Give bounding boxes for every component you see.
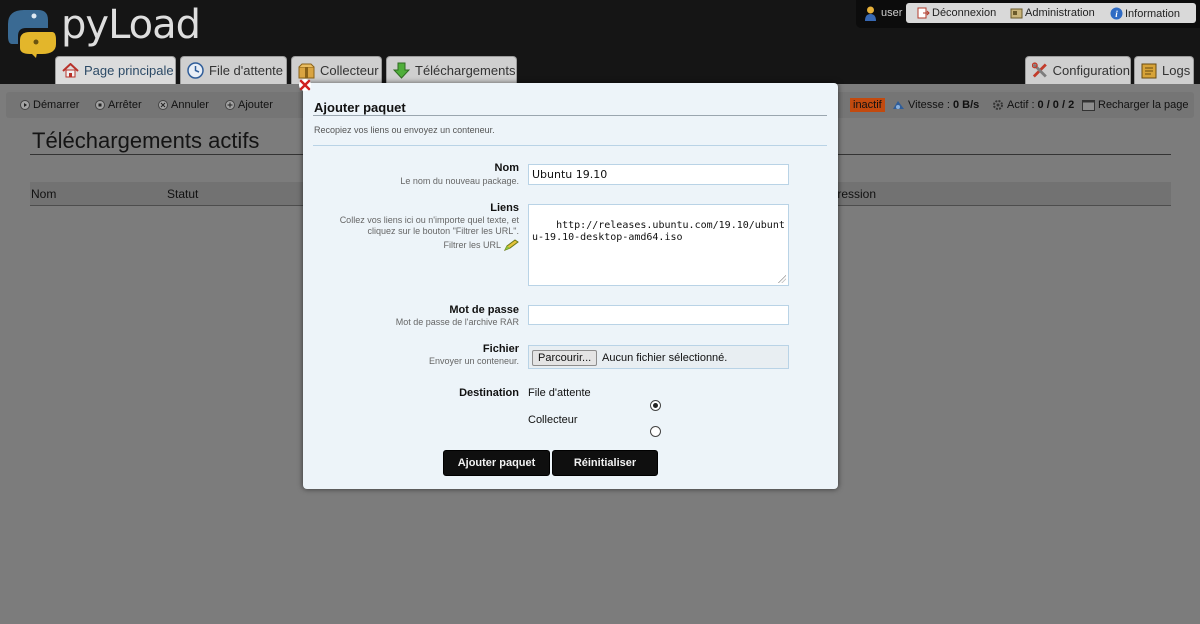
file-description: Envoyer un conteneur. (428, 356, 519, 366)
logout-link[interactable]: Déconnexion (917, 7, 996, 19)
cancel-button[interactable]: Annuler (158, 99, 209, 111)
add-package-dialog: Ajouter paquet Recopiez vos liens ou env… (299, 79, 838, 489)
package-icon (298, 63, 315, 78)
home-icon (62, 63, 79, 78)
information-label: Information (1125, 7, 1181, 20)
user-icon (865, 6, 876, 21)
column-name: Nom (31, 187, 57, 201)
admin-icon (1010, 8, 1023, 19)
column-status: Statut (167, 187, 199, 201)
username-label: user (881, 7, 903, 19)
password-description: Mot de passe de l'archive RAR (395, 317, 519, 327)
dialog-title: Ajouter paquet (314, 100, 406, 115)
links-label: Liens (490, 202, 519, 214)
cancel-label: Annuler (171, 99, 209, 111)
browse-button[interactable]: Parcourir... (532, 350, 598, 366)
stop-button[interactable]: Arrêter (95, 99, 142, 111)
package-name-input[interactable]: Ubuntu 19.10 (528, 164, 789, 185)
tab-collector-label: Collecteur (320, 63, 379, 78)
dialog-title-divider (313, 115, 827, 116)
window-icon (1082, 99, 1095, 111)
name-label: Nom (494, 162, 519, 174)
active-indicator: Actif : 0 / 0 / 2 (992, 99, 1074, 111)
active-label: Actif : (1007, 99, 1035, 111)
logo-text: pyLoad (61, 2, 201, 48)
close-icon[interactable] (298, 78, 312, 92)
links-text: http://releases.ubuntu.com/19.10/ubuntu-… (532, 220, 785, 243)
speed-icon (893, 101, 904, 109)
speed-label: Vitesse : (908, 99, 950, 111)
password-input[interactable] (528, 305, 789, 325)
tab-logs-label: Logs (1162, 63, 1191, 78)
dialog-subtitle: Recopiez vos liens ou envoyez un contene… (314, 125, 495, 135)
links-description: Collez vos liens ici ou n'importe quel t… (339, 215, 519, 236)
information-link[interactable]: i Information (1110, 7, 1180, 20)
tab-downloads-label: Téléchargements (415, 63, 516, 78)
python-logo-icon (8, 10, 56, 58)
reset-button[interactable]: Réinitialiser (552, 450, 658, 476)
resize-handle[interactable] (778, 275, 786, 283)
start-button[interactable]: Démarrer (20, 99, 79, 111)
destination-queue-radio[interactable] (650, 400, 661, 411)
name-description: Le nom du nouveau package. (400, 176, 519, 186)
tools-icon (1032, 62, 1047, 78)
destination-label: Destination (459, 387, 519, 399)
tab-configuration[interactable]: Configuration (1025, 56, 1131, 84)
filter-urls-button[interactable]: Filtrer les URL (443, 239, 519, 251)
stop-icon (95, 100, 105, 110)
speed-indicator: Vitesse : 0 B/s (892, 99, 979, 111)
user-links: Déconnexion Administration i Information (906, 3, 1196, 23)
cancel-icon (158, 100, 168, 110)
filter-urls-label: Filtrer les URL (443, 239, 501, 250)
logout-label: Déconnexion (932, 7, 997, 19)
gear-icon (993, 100, 1003, 110)
reload-page-button[interactable]: Recharger la page (1082, 99, 1189, 111)
user-box: user Déconnexion Administration i Inform… (856, 0, 1200, 28)
tab-downloads[interactable]: Téléchargements (386, 56, 517, 84)
add-label: Ajouter (238, 99, 273, 111)
file-upload-field: Parcourir... Aucun fichier sélectionné. (528, 345, 789, 369)
tab-logs[interactable]: Logs (1134, 56, 1194, 84)
play-icon (20, 100, 30, 110)
destination-collector-radio[interactable] (650, 426, 661, 437)
password-label: Mot de passe (449, 304, 519, 316)
destination-collector-label: Collecteur (528, 414, 578, 426)
links-textarea[interactable]: http://releases.ubuntu.com/19.10/ubuntu-… (528, 204, 789, 286)
active-value: 0 / 0 / 2 (1037, 99, 1075, 111)
add-button[interactable]: Ajouter (225, 99, 273, 111)
stop-label: Arrêter (108, 99, 142, 111)
reload-page-label: Recharger la page (1098, 99, 1189, 111)
clock-icon (187, 62, 204, 79)
tab-queue-label: File d'attente (209, 63, 284, 78)
file-label: Fichier (482, 343, 519, 355)
speed-value: 0 B/s (953, 99, 980, 111)
status-badge: inactif (850, 98, 885, 112)
admin-link[interactable]: Administration (1010, 7, 1095, 19)
page-title: Téléchargements actifs (32, 128, 260, 153)
admin-label: Administration (1025, 7, 1095, 19)
logout-icon (917, 7, 930, 19)
info-icon: i (1110, 7, 1123, 20)
tab-home[interactable]: Page principale (55, 56, 176, 84)
pyload-logo[interactable]: pyLoad (4, 2, 201, 62)
logs-icon (1141, 63, 1157, 78)
tab-queue[interactable]: File d'attente (180, 56, 287, 84)
edit-pencil-icon (504, 239, 519, 251)
start-label: Démarrer (33, 99, 80, 111)
header: pyLoad user Déconnexion Administration i… (0, 0, 1200, 84)
download-arrow-icon (393, 62, 410, 79)
submit-package-button[interactable]: Ajouter paquet (443, 450, 550, 476)
tab-configuration-label: Configuration (1052, 63, 1130, 78)
add-icon (225, 100, 235, 110)
destination-queue-label: File d'attente (528, 387, 591, 399)
dialog-subtitle-divider (313, 145, 827, 146)
file-status-text: Aucun fichier sélectionné. (602, 352, 728, 364)
tab-home-label: Page principale (84, 63, 174, 78)
